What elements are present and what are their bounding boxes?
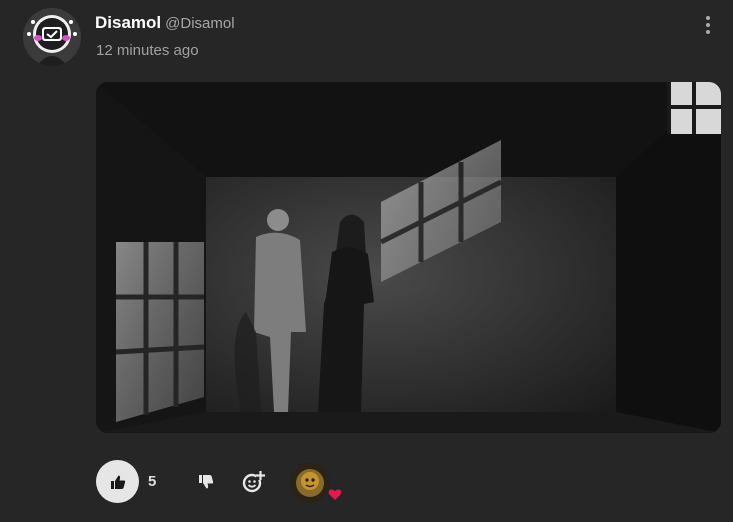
post-actions: 5 <box>0 455 733 515</box>
like-button[interactable] <box>96 460 139 503</box>
dislike-button[interactable] <box>190 466 222 498</box>
thumbs-down-icon <box>199 475 214 489</box>
post-image[interactable] <box>96 82 721 433</box>
author-handle[interactable]: @Disamol <box>165 15 234 32</box>
post-card: Disamol @Disamol 12 minutes ago 5 <box>0 0 733 522</box>
thumbs-up-icon <box>110 475 125 489</box>
add-reaction-button[interactable] <box>238 465 270 497</box>
more-options-button[interactable] <box>700 12 716 38</box>
author-line: Disamol @Disamol <box>95 13 235 33</box>
more-vertical-icon <box>706 16 710 20</box>
add-reaction-icon <box>242 471 265 493</box>
like-count: 5 <box>148 473 157 490</box>
reactor-avatar[interactable] <box>290 463 330 503</box>
heart-icon <box>326 486 344 503</box>
author-avatar[interactable] <box>23 8 81 66</box>
post-timestamp[interactable]: 12 minutes ago <box>96 42 199 59</box>
author-name[interactable]: Disamol <box>95 13 161 32</box>
